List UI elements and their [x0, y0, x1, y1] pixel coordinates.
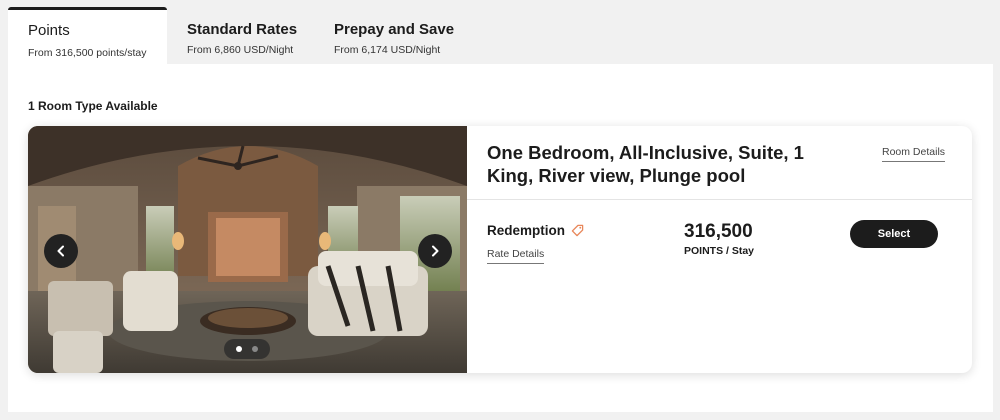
rate-tabs: Points From 316,500 points/stay Standard… [8, 7, 993, 64]
price-unit: POINTS / Stay [684, 245, 755, 257]
tab-points-subtitle: From 316,500 points/stay [28, 47, 147, 59]
rate-name: Redemption [487, 223, 584, 238]
carousel-prev-button[interactable] [44, 234, 78, 268]
carousel-dot-1[interactable] [236, 346, 242, 352]
room-name: One Bedroom, All-Inclusive, Suite, 1 Kin… [487, 142, 804, 186]
rate-details-link[interactable]: Rate Details [487, 248, 545, 264]
room-photo [28, 126, 467, 373]
chevron-right-icon [432, 245, 439, 257]
tab-prepay-subtitle: From 6,174 USD/Night [334, 44, 441, 56]
room-photo-carousel[interactable] [28, 126, 467, 373]
carousel-pagination [224, 339, 270, 359]
price-points: 316,500 [684, 221, 753, 242]
tab-points-title: Points [28, 22, 70, 39]
room-card: One Bedroom, All-Inclusive, Suite, 1 Kin… [28, 126, 972, 373]
tag-icon [571, 224, 584, 237]
carousel-next-button[interactable] [418, 234, 452, 268]
tab-points[interactable]: Points From 316,500 points/stay [8, 7, 167, 64]
tab-prepay-title: Prepay and Save [334, 21, 455, 38]
tab-standard-rates[interactable]: Standard Rates From 6,860 USD/Night [167, 7, 314, 64]
tab-standard-rates-subtitle: From 6,860 USD/Night [187, 44, 294, 56]
rate-name-label: Redemption [487, 223, 566, 238]
room-details-link[interactable]: Room Details [882, 146, 946, 162]
tab-standard-rates-title: Standard Rates [187, 21, 298, 38]
room-availability-heading: 1 Room Type Available [28, 99, 158, 113]
carousel-dot-2[interactable] [252, 346, 258, 352]
chevron-left-icon [57, 245, 64, 257]
tab-prepay-and-save[interactable]: Prepay and Save From 6,174 USD/Night [314, 7, 474, 64]
room-info: One Bedroom, All-Inclusive, Suite, 1 Kin… [467, 126, 972, 373]
select-button[interactable]: Select [850, 220, 938, 248]
divider [467, 199, 972, 200]
